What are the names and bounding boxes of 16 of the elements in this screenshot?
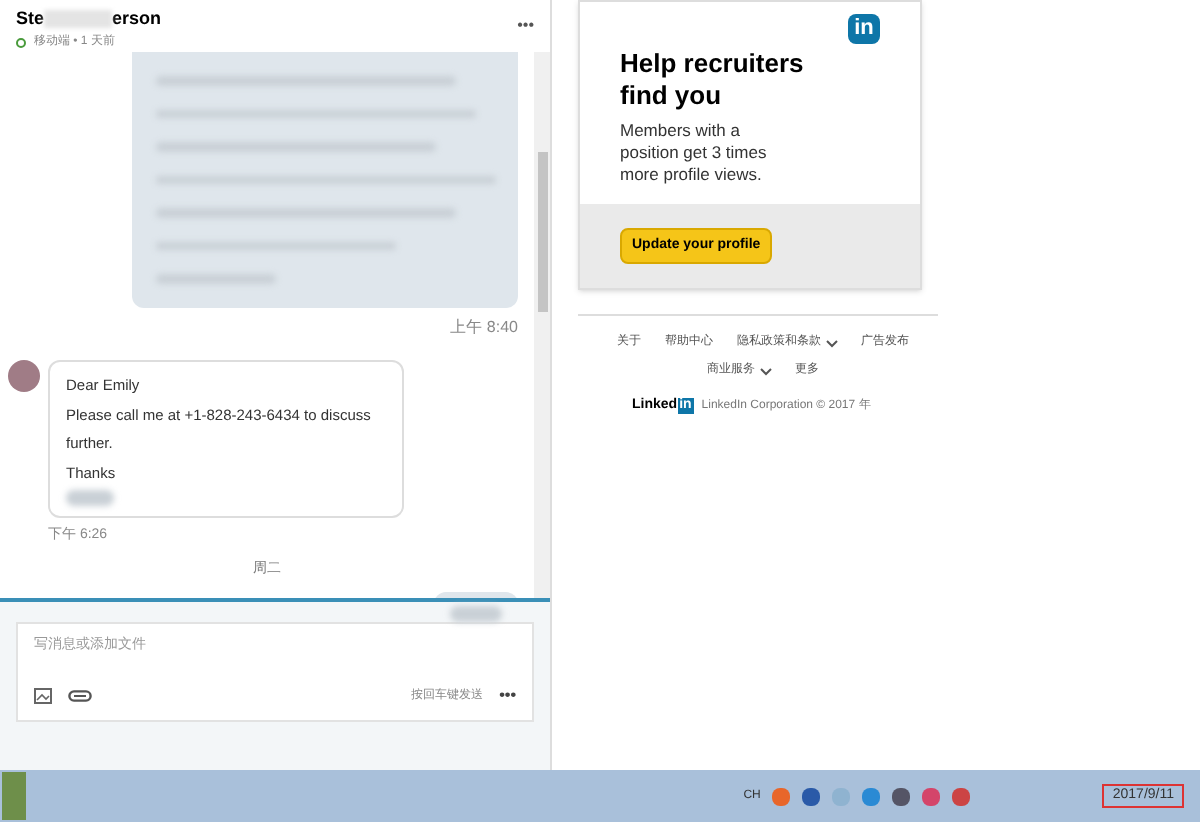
- image-icon[interactable]: [34, 688, 52, 704]
- message-time: 上午 8:40: [450, 316, 518, 340]
- blurred-text: [44, 10, 113, 29]
- chevron-down-icon: [825, 339, 837, 347]
- chevron-down-icon: [759, 367, 771, 375]
- scrollbar[interactable]: [534, 52, 550, 598]
- avatar: [8, 360, 40, 392]
- ad-title: Help recruiters find you: [620, 48, 806, 112]
- paperclip-icon[interactable]: [68, 690, 92, 702]
- contact-name: erson: [112, 6, 162, 32]
- ad-text: Members with a position get 3 times more profile views.: [620, 120, 769, 186]
- blurred-text: [66, 490, 114, 506]
- contact-name: Ste: [16, 6, 45, 32]
- more-button[interactable]: •••: [517, 6, 534, 38]
- more-button[interactable]: •••: [499, 684, 516, 708]
- linkedin-logo: in: [848, 14, 880, 44]
